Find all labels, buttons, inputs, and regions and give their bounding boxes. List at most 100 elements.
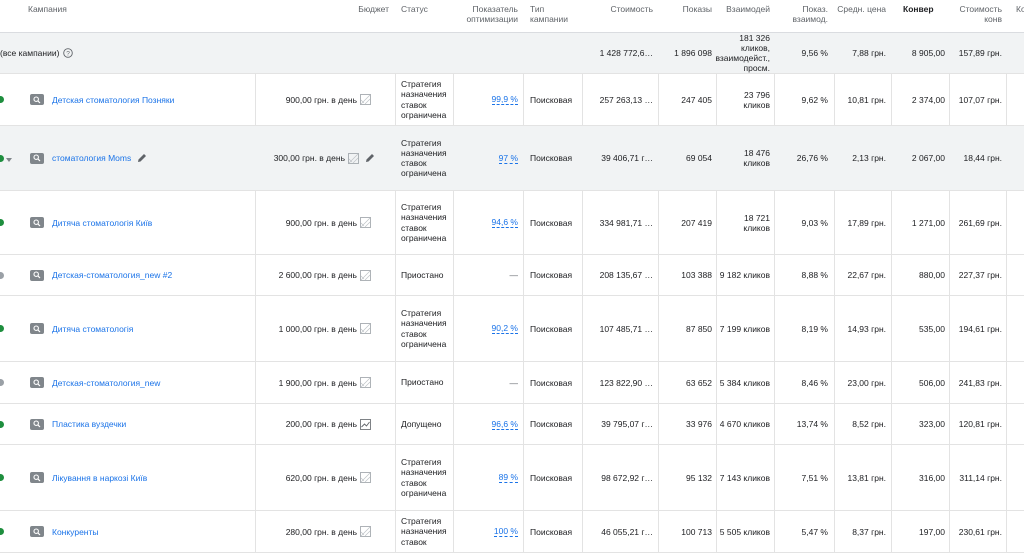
chevron-down-icon[interactable] xyxy=(6,155,12,165)
interaction-rate-value: 5,47 % xyxy=(801,526,828,537)
status-text[interactable]: Допущено xyxy=(401,419,451,429)
campaign-name-link[interactable]: Детская-стоматология_new xyxy=(52,378,160,388)
col-cost-per-conv[interactable]: Стоимость конв xyxy=(951,0,1002,33)
col-campaign-type[interactable]: Тип кампании xyxy=(530,0,580,33)
campaign-name-link[interactable]: Детская-стоматология_new #2 xyxy=(52,270,172,280)
col-conversions[interactable]: Конвер xyxy=(903,0,949,33)
campaign-name-link[interactable]: Детская стоматология Позняки xyxy=(52,95,174,105)
optimization-score[interactable]: 100 % xyxy=(493,526,518,537)
budget-value[interactable]: 1 000,00 грн. в день xyxy=(279,324,357,334)
table-row[interactable]: Пластика вуздечки 200,00 грн. в день Доп… xyxy=(0,404,1024,445)
help-icon[interactable]: ? xyxy=(63,48,74,58)
cost-per-conv-value: 230,61 грн. xyxy=(958,526,1002,537)
table-row[interactable]: Детская-стоматология_new 1 900,00 грн. в… xyxy=(0,362,1024,404)
interactions-value: 7 199 кликов xyxy=(719,323,770,334)
search-campaign-icon xyxy=(30,269,44,281)
interactions-value: 5 505 кликов xyxy=(719,526,770,537)
status-dot-icon[interactable] xyxy=(0,271,4,279)
trend-chart-icon[interactable] xyxy=(360,418,371,430)
status-text[interactable]: Стратегия назначения ставок xyxy=(401,516,451,547)
no-data-chart-icon[interactable] xyxy=(360,377,371,388)
no-data-chart-icon[interactable] xyxy=(360,217,371,228)
col-interactions[interactable]: Взаимодей xyxy=(718,0,770,33)
no-data-chart-icon[interactable] xyxy=(360,94,371,105)
optimization-score[interactable]: 90,2 % xyxy=(491,323,518,334)
campaign-name-link[interactable]: Дитяча стоматологія xyxy=(52,324,133,334)
status-text[interactable]: Стратегия назначения ставок ограничена xyxy=(401,79,451,120)
no-data-chart-icon[interactable] xyxy=(360,526,371,537)
conversions-value: 880,00 xyxy=(919,270,945,280)
status-dot-icon[interactable] xyxy=(0,528,4,535)
pencil-icon[interactable] xyxy=(365,153,375,163)
campaign-name-link[interactable]: Конкуренты xyxy=(52,527,99,537)
table-row[interactable]: Дитяча стоматологія 1 000,00 грн. в день… xyxy=(0,296,1024,362)
pencil-icon[interactable] xyxy=(137,153,147,163)
budget-cell: 1 900,00 грн. в день xyxy=(255,362,391,403)
status-cell: Стратегия назначения ставок ограничена xyxy=(401,74,451,125)
status-dot-icon[interactable] xyxy=(0,96,4,103)
optimization-score[interactable]: 99,9 % xyxy=(491,94,518,105)
status-dot-icon[interactable] xyxy=(0,325,4,332)
campaign-name-link[interactable]: Дитяча стоматологія Київ xyxy=(52,218,152,228)
status-text[interactable]: Стратегия назначения ставок ограничена xyxy=(401,138,451,179)
status-text[interactable]: Стратегия назначения ставок ограничена xyxy=(401,457,451,498)
conversions-value: 197,00 xyxy=(919,526,945,537)
no-data-chart-icon[interactable] xyxy=(360,472,371,483)
col-budget[interactable]: Бюджет xyxy=(255,0,389,33)
status-text[interactable]: Приостано xyxy=(401,377,451,387)
col-campaign[interactable]: Кампания xyxy=(28,0,228,33)
status-dot-icon[interactable] xyxy=(0,154,4,162)
budget-value[interactable]: 620,00 грн. в день xyxy=(286,473,357,483)
impressions-value: 69 054 xyxy=(686,153,712,163)
campaign-name-link[interactable]: стоматология Moms xyxy=(52,153,131,163)
optimization-score[interactable]: 94,6 % xyxy=(491,217,518,228)
col-truncated[interactable]: Ко xyxy=(1016,0,1024,33)
budget-cell: 900,00 грн. в день xyxy=(255,191,391,254)
col-avg-cost[interactable]: Средн. цена xyxy=(836,0,886,33)
table-row[interactable]: стоматология Moms 300,00 грн. в день Стр… xyxy=(0,126,1024,191)
interaction-rate-value: 13,74 % xyxy=(796,419,828,429)
campaign-name-link[interactable]: Лікування в наркозі Київ xyxy=(52,473,147,483)
impressions-value: 247 405 xyxy=(681,94,712,105)
status-dot-icon[interactable] xyxy=(0,379,4,386)
status-text[interactable]: Приостано xyxy=(401,270,451,280)
col-optimization[interactable]: Показатель оптимизации xyxy=(455,0,518,33)
no-data-chart-icon[interactable] xyxy=(360,269,371,281)
impressions-value: 100 713 xyxy=(681,526,712,537)
svg-text:?: ? xyxy=(67,50,71,57)
status-cell: Допущено xyxy=(401,404,451,444)
table-row[interactable]: Детская стоматология Позняки 900,00 грн.… xyxy=(0,74,1024,126)
budget-value[interactable]: 900,00 грн. в день xyxy=(286,95,357,105)
col-impressions[interactable]: Показы xyxy=(660,0,712,33)
status-dot-icon[interactable] xyxy=(0,219,4,226)
table-row[interactable]: Детская-стоматология_new #2 2 600,00 грн… xyxy=(0,255,1024,296)
campaign-type: Поисковая xyxy=(530,153,573,163)
table-row[interactable]: Лікування в наркозі Київ 620,00 грн. в д… xyxy=(0,445,1024,511)
cost-per-conv-value: 194,61 грн. xyxy=(958,323,1002,334)
status-dot-icon[interactable] xyxy=(0,474,4,481)
col-status[interactable]: Статус xyxy=(401,0,451,33)
table-row[interactable]: Дитяча стоматологія Київ 900,00 грн. в д… xyxy=(0,191,1024,255)
budget-value[interactable]: 300,00 грн. в день xyxy=(274,153,345,163)
campaign-type: Поисковая xyxy=(530,472,573,483)
budget-value[interactable]: 200,00 грн. в день xyxy=(286,419,357,429)
campaign-name-link[interactable]: Пластика вуздечки xyxy=(52,419,126,429)
status-text[interactable]: Стратегия назначения ставок ограничена xyxy=(401,308,451,349)
optimization-score[interactable]: 96,6 % xyxy=(491,419,518,430)
no-data-chart-icon[interactable] xyxy=(348,152,359,164)
col-interaction-rate[interactable]: Показ. взаимод. xyxy=(776,0,829,33)
no-data-chart-icon[interactable] xyxy=(360,323,371,334)
col-cost[interactable]: Стоимость xyxy=(584,0,653,33)
optimization-score[interactable]: 89 % xyxy=(498,472,518,483)
budget-value[interactable]: 2 600,00 грн. в день xyxy=(279,270,357,280)
table-header: Кампания Бюджет Статус Показатель оптими… xyxy=(0,0,1024,33)
status-text[interactable]: Стратегия назначения ставок ограничена xyxy=(401,202,451,243)
budget-value[interactable]: 1 900,00 грн. в день xyxy=(279,378,357,388)
interaction-rate-value: 9,03 % xyxy=(801,217,828,228)
budget-value[interactable]: 900,00 грн. в день xyxy=(286,218,357,228)
budget-value[interactable]: 280,00 грн. в день xyxy=(286,527,357,537)
table-row[interactable]: Конкуренты 280,00 грн. в день Стратегия … xyxy=(0,511,1024,553)
status-dot-icon[interactable] xyxy=(0,420,4,428)
optimization-score[interactable]: 97 % xyxy=(498,153,518,164)
campaign-cell: стоматология Moms xyxy=(0,126,250,190)
